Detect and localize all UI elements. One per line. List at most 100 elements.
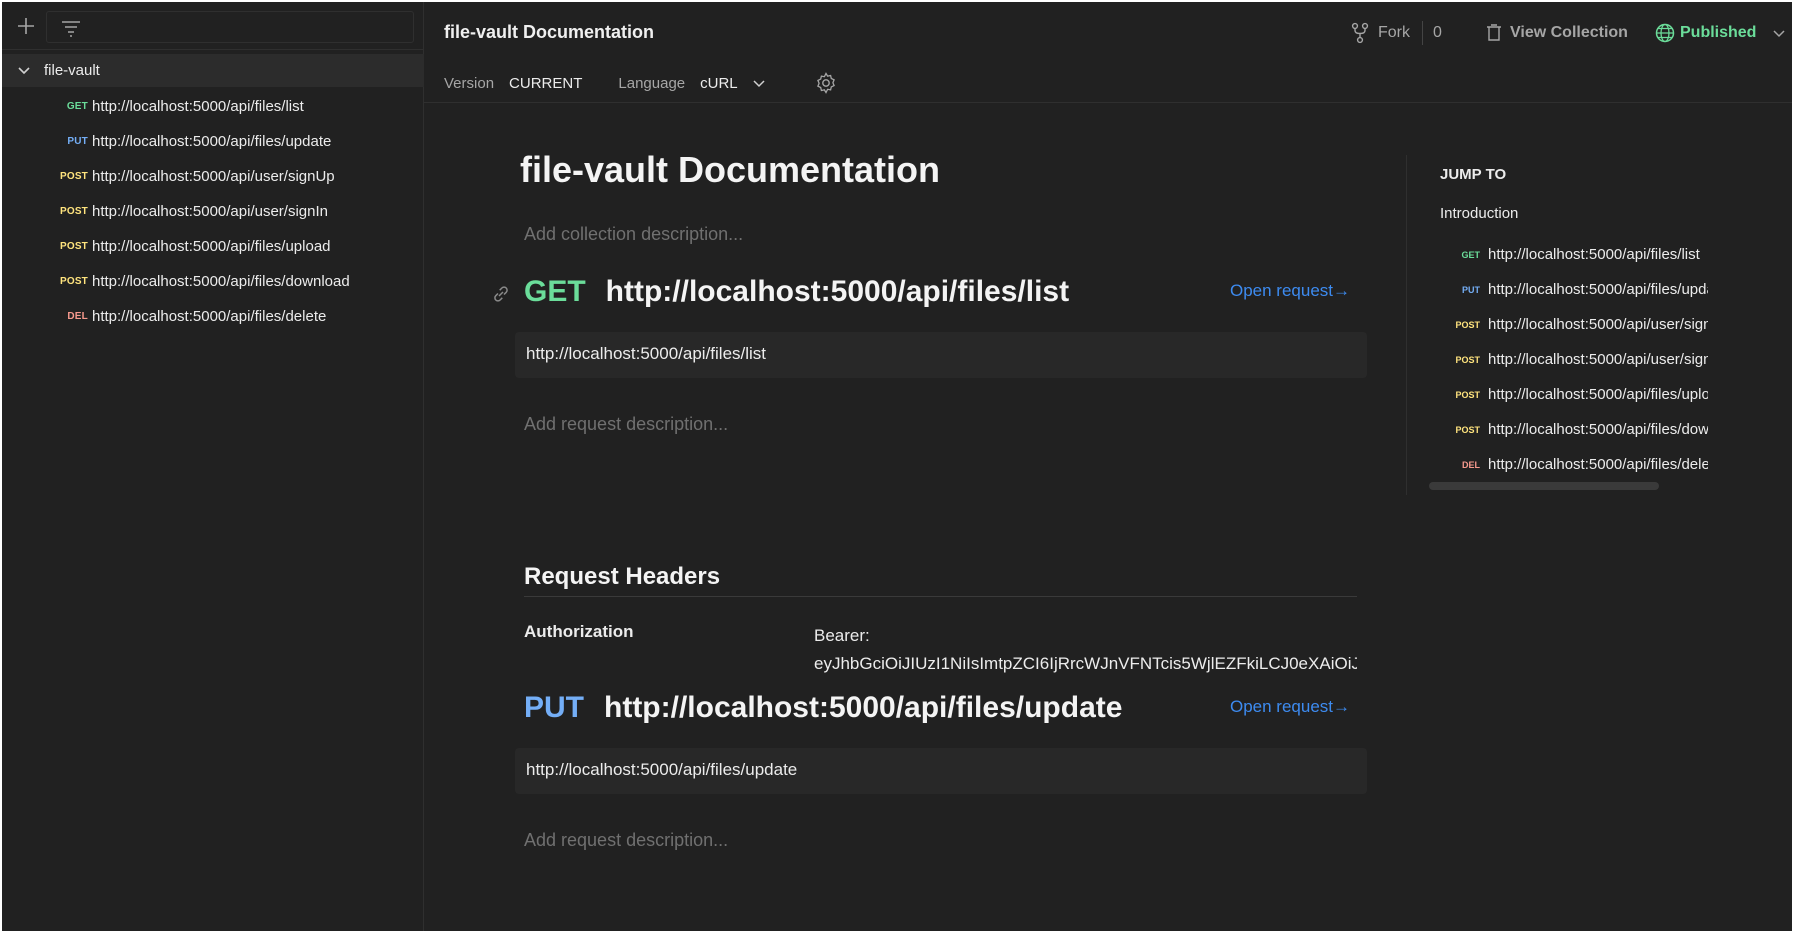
jump-url: http://localhost:5000/api/user/signIn bbox=[1488, 351, 1708, 368]
sidebar-request-item[interactable]: POST http://localhost:5000/api/files/upl… bbox=[2, 229, 424, 264]
collection-icon bbox=[1487, 24, 1501, 41]
view-collection-label: View Collection bbox=[1510, 24, 1628, 41]
page-title: file-vault Documentation bbox=[444, 22, 655, 42]
view-collection-button[interactable]: View Collection bbox=[1484, 20, 1628, 46]
plus-icon[interactable] bbox=[14, 14, 38, 38]
jump-url: http://localhost:5000/api/files/delete bbox=[1488, 456, 1708, 473]
header-value-line: eyJhbGciOiJIUzI1NiIsImtpZCI6IjRrcWJnVFNT… bbox=[814, 654, 1357, 673]
request-url: http://localhost:5000/api/files/delete bbox=[92, 308, 327, 325]
jump-url: http://localhost:5000/api/files/update bbox=[1488, 281, 1708, 298]
chevron-down-icon[interactable] bbox=[1772, 26, 1786, 40]
collection-name: file-vault bbox=[44, 62, 100, 79]
request-url-box: http://localhost:5000/api/files/list bbox=[515, 332, 1367, 378]
collection-title: file-vault Documentation bbox=[520, 149, 941, 190]
header-value: Bearer: eyJhbGciOiJIUzI1NiIsImtpZCI6IjRr… bbox=[814, 622, 1357, 678]
collection-row[interactable]: file-vault bbox=[2, 54, 424, 87]
request-heading: GET http://localhost:5000/api/files/list bbox=[524, 275, 1069, 309]
method-badge: GET bbox=[1461, 249, 1480, 260]
jump-url: http://localhost:5000/api/files/upload bbox=[1488, 386, 1708, 403]
chevron-down-icon[interactable] bbox=[752, 76, 766, 90]
request-headers-title: Request Headers bbox=[524, 563, 721, 590]
jump-to-item[interactable]: POST http://localhost:5000/api/files/upl… bbox=[1440, 377, 1710, 412]
horizontal-scrollbar[interactable] bbox=[1429, 482, 1659, 490]
jump-to-item[interactable]: DEL http://localhost:5000/api/files/dele… bbox=[1440, 447, 1710, 482]
main-panel: file-vault Documentation Fork 0 View Col… bbox=[424, 2, 1792, 931]
method-badge: PUT bbox=[1462, 284, 1480, 295]
request-url: http://localhost:5000/api/files/list bbox=[605, 275, 1070, 308]
method-badge: POST bbox=[59, 206, 88, 217]
divider bbox=[1406, 155, 1407, 495]
fork-count: 0 bbox=[1433, 24, 1442, 41]
language-label: Language bbox=[618, 74, 686, 92]
filter-input[interactable] bbox=[46, 11, 414, 43]
chevron-down-icon[interactable] bbox=[16, 63, 32, 79]
filter-icon bbox=[62, 21, 80, 37]
sidebar-toolbar bbox=[2, 2, 424, 50]
request-description-input[interactable]: Add request description... bbox=[524, 830, 728, 851]
sidebar-request-item[interactable]: POST http://localhost:5000/api/files/dow… bbox=[2, 264, 424, 299]
app-window: file-vault GET http://localhost:5000/api… bbox=[2, 2, 1792, 931]
link-icon[interactable] bbox=[490, 283, 512, 305]
gear-icon[interactable] bbox=[814, 71, 838, 95]
divider bbox=[524, 596, 1357, 597]
jump-url: http://localhost:5000/api/files/list bbox=[1488, 246, 1700, 263]
fork-divider bbox=[1422, 21, 1423, 45]
method-badge: POST bbox=[1455, 389, 1480, 400]
sidebar-request-item[interactable]: POST http://localhost:5000/api/user/sign… bbox=[2, 194, 424, 229]
open-request-link[interactable]: Open request→ bbox=[1230, 281, 1350, 301]
request-url: http://localhost:5000/api/files/download bbox=[92, 273, 350, 290]
jump-to-title: JUMP TO bbox=[1440, 166, 1507, 183]
jump-to-list: GET http://localhost:5000/api/files/list… bbox=[1440, 237, 1710, 482]
method-badge: POST bbox=[59, 276, 88, 287]
published-button[interactable]: Published bbox=[1654, 20, 1786, 46]
request-url: http://localhost:5000/api/files/upload bbox=[92, 238, 331, 255]
sidebar: file-vault GET http://localhost:5000/api… bbox=[2, 2, 424, 931]
collection-description-input[interactable]: Add collection description... bbox=[524, 224, 743, 245]
jump-to-introduction[interactable]: Introduction bbox=[1440, 205, 1518, 222]
fork-button[interactable]: Fork 0 bbox=[1350, 20, 1442, 46]
method-badge: POST bbox=[1455, 319, 1480, 330]
method-badge: GET bbox=[66, 101, 88, 112]
documentation-content: file-vault Documentation Add collection … bbox=[424, 103, 1792, 931]
fork-label: Fork bbox=[1378, 24, 1410, 41]
jump-to-item[interactable]: PUT http://localhost:5000/api/files/upda… bbox=[1440, 272, 1710, 307]
request-method: PUT bbox=[524, 691, 584, 724]
method-badge: POST bbox=[1455, 424, 1480, 435]
version-select[interactable]: CURRENT bbox=[509, 75, 582, 92]
jump-to-item[interactable]: POST http://localhost:5000/api/files/dow… bbox=[1440, 412, 1710, 447]
request-description-input[interactable]: Add request description... bbox=[524, 414, 728, 435]
request-url: http://localhost:5000/api/files/update bbox=[604, 691, 1123, 724]
documentation-header: file-vault Documentation Fork 0 View Col… bbox=[424, 2, 1792, 103]
globe-icon bbox=[1655, 23, 1675, 43]
language-select[interactable]: cURL bbox=[700, 75, 738, 92]
doc-meta-row: Version CURRENT Language cURL bbox=[444, 70, 838, 96]
sidebar-request-item[interactable]: DEL http://localhost:5000/api/files/dele… bbox=[2, 299, 424, 334]
request-list: GET http://localhost:5000/api/files/list… bbox=[2, 89, 424, 334]
fork-icon bbox=[1351, 22, 1369, 44]
request-url: http://localhost:5000/api/files/update bbox=[92, 133, 332, 150]
method-badge: POST bbox=[59, 171, 88, 182]
sidebar-request-item[interactable]: PUT http://localhost:5000/api/files/upda… bbox=[2, 124, 424, 159]
method-badge: POST bbox=[1455, 354, 1480, 365]
header-key: Authorization bbox=[524, 622, 634, 641]
request-method: GET bbox=[524, 275, 586, 308]
request-url-box: http://localhost:5000/api/files/update bbox=[515, 748, 1367, 794]
published-label: Published bbox=[1680, 24, 1757, 41]
sidebar-request-item[interactable]: GET http://localhost:5000/api/files/list bbox=[2, 89, 424, 124]
jump-url: http://localhost:5000/api/files/download bbox=[1488, 421, 1708, 438]
request-url: http://localhost:5000/api/files/list bbox=[92, 98, 304, 115]
open-request-link[interactable]: Open request→ bbox=[1230, 697, 1350, 717]
version-label: Version bbox=[444, 74, 495, 92]
header-value-line: Bearer: bbox=[814, 626, 870, 645]
method-badge: PUT bbox=[67, 136, 88, 147]
method-badge: DEL bbox=[1462, 459, 1480, 470]
request-heading: PUT http://localhost:5000/api/files/updat… bbox=[524, 691, 1122, 725]
request-url: http://localhost:5000/api/user/signIn bbox=[92, 203, 328, 220]
method-badge: POST bbox=[59, 241, 88, 252]
sidebar-request-item[interactable]: POST http://localhost:5000/api/user/sign… bbox=[2, 159, 424, 194]
jump-url: http://localhost:5000/api/user/signUp bbox=[1488, 316, 1708, 333]
jump-to-item[interactable]: POST http://localhost:5000/api/user/sign… bbox=[1440, 342, 1710, 377]
jump-to-item[interactable]: POST http://localhost:5000/api/user/sign… bbox=[1440, 307, 1710, 342]
method-badge: DEL bbox=[67, 311, 88, 322]
jump-to-item[interactable]: GET http://localhost:5000/api/files/list bbox=[1440, 237, 1710, 272]
